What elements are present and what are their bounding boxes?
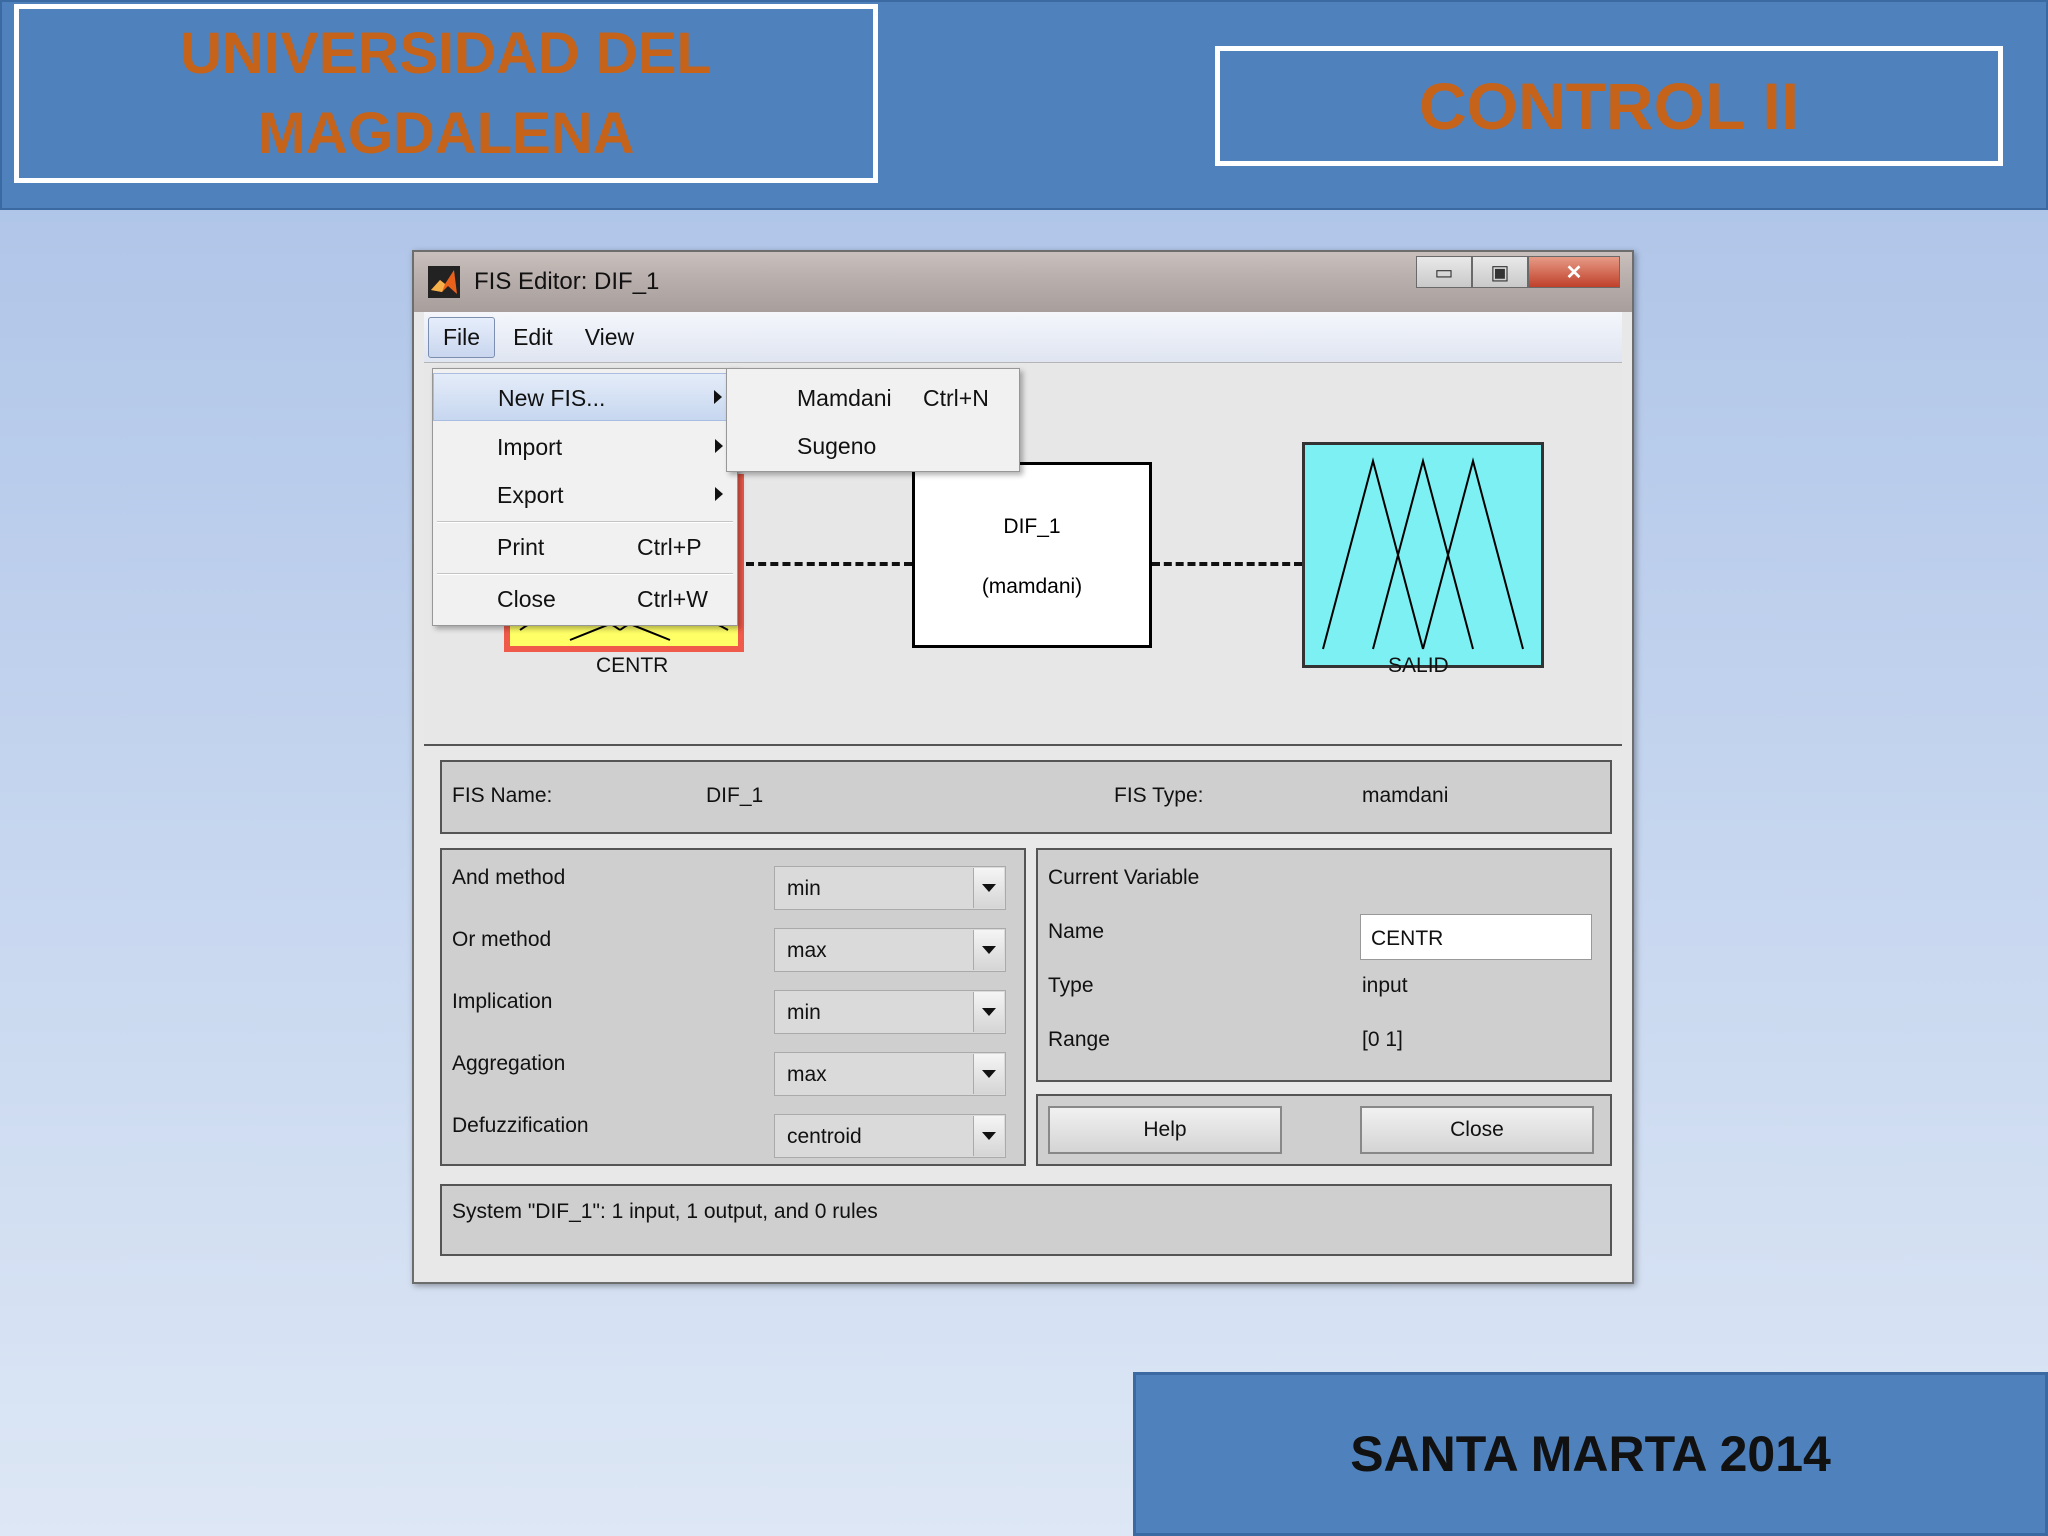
menu-view[interactable]: View	[571, 318, 648, 357]
fis-name-label: FIS Name:	[452, 784, 553, 807]
aggregation-value: max	[787, 1063, 827, 1086]
implication-select[interactable]: min	[774, 990, 1006, 1034]
and-method-value: min	[787, 877, 821, 900]
menubar: File Edit View	[424, 312, 1622, 363]
chevron-down-icon[interactable]	[973, 992, 1004, 1032]
menu-item-export[interactable]: Export	[433, 471, 737, 519]
chevron-down-icon[interactable]	[973, 1054, 1004, 1094]
input-connector	[746, 562, 912, 566]
fis-info-panel: FIS Name: DIF_1 FIS Type: mamdani	[440, 760, 1612, 834]
output-connector	[1152, 562, 1302, 566]
menu-item-sugeno[interactable]: Sugeno	[727, 423, 1019, 469]
footer-text: SANTA MARTA 2014	[1350, 1426, 1831, 1482]
input-variable-label: CENTR	[596, 654, 669, 677]
variable-type-label: Type	[1048, 974, 1094, 997]
menu-item-shortcut: Ctrl+N	[923, 385, 989, 411]
variable-type-value: input	[1362, 974, 1408, 997]
menu-item-shortcut: Ctrl+P	[637, 534, 702, 560]
system-type: (mamdani)	[981, 575, 1083, 598]
current-variable-heading: Current Variable	[1048, 866, 1200, 889]
menu-item-label: Export	[497, 482, 564, 508]
defuzzification-select[interactable]: centroid	[774, 1114, 1006, 1158]
implication-label: Implication	[452, 990, 553, 1013]
maximize-icon: ▣	[1490, 261, 1510, 284]
university-line-2: MAGDALENA	[257, 100, 635, 166]
defuzzification-value: centroid	[787, 1125, 862, 1148]
maximize-button[interactable]: ▣	[1472, 256, 1528, 288]
variable-range-label: Range	[1048, 1028, 1110, 1051]
footer-box: SANTA MARTA 2014	[1133, 1372, 2048, 1536]
status-bar: System "DIF_1": 1 input, 1 output, and 0…	[440, 1184, 1612, 1256]
variable-name-label: Name	[1048, 920, 1105, 943]
file-menu: New FIS... Import Export Print Ctrl+P Cl…	[432, 368, 738, 626]
variable-name-input[interactable]: CENTR	[1360, 914, 1592, 960]
fis-type-value: mamdani	[1362, 784, 1449, 807]
aggregation-select[interactable]: max	[774, 1052, 1006, 1096]
fis-type-label: FIS Type:	[1114, 784, 1204, 807]
menu-item-mamdani[interactable]: Mamdani Ctrl+N	[727, 375, 1019, 421]
chevron-down-icon[interactable]	[973, 930, 1004, 970]
menu-item-label: New FIS...	[498, 385, 606, 411]
status-text: System "DIF_1": 1 input, 1 output, and 0…	[452, 1200, 878, 1223]
output-variable-label: SALID	[1388, 654, 1449, 677]
close-button[interactable]: Close	[1360, 1106, 1594, 1154]
chevron-down-icon[interactable]	[973, 1116, 1004, 1156]
variable-name-value: CENTR	[1371, 927, 1444, 950]
or-method-value: max	[787, 939, 827, 962]
menu-item-new-fis[interactable]: New FIS...	[433, 373, 737, 421]
close-icon: ✕	[1565, 261, 1583, 284]
menu-item-import[interactable]: Import	[433, 423, 737, 471]
methods-panel: And method min Or method max Implication…	[440, 848, 1026, 1166]
and-method-label: And method	[452, 866, 566, 889]
university-title: UNIVERSIDAD DEL MAGDALENA	[14, 4, 878, 183]
implication-value: min	[787, 1001, 821, 1024]
buttons-panel: Help Close	[1036, 1094, 1612, 1166]
window-controls: ▭ ▣ ✕	[1416, 256, 1620, 288]
output-membership-triangles	[1322, 457, 1524, 650]
defuzzification-label: Defuzzification	[452, 1114, 589, 1137]
menu-item-label: Sugeno	[797, 433, 877, 459]
or-method-label: Or method	[452, 928, 552, 951]
system-name: DIF_1	[1003, 515, 1061, 538]
minimize-button[interactable]: ▭	[1416, 256, 1472, 288]
output-variable-block[interactable]	[1302, 442, 1544, 668]
university-line-1: UNIVERSIDAD DEL	[180, 20, 712, 86]
window-title: FIS Editor: DIF_1	[474, 268, 660, 295]
menu-item-label: Print	[497, 534, 545, 560]
menu-item-shortcut: Ctrl+W	[637, 586, 708, 612]
new-fis-submenu: Mamdani Ctrl+N Sugeno	[726, 368, 1020, 472]
chevron-down-icon[interactable]	[973, 868, 1004, 908]
minimize-icon: ▭	[1434, 261, 1454, 284]
menu-item-label: Close	[497, 586, 556, 612]
current-variable-panel: Current Variable Name CENTR Type input R…	[1036, 848, 1612, 1082]
fis-name-value: DIF_1	[706, 784, 764, 807]
close-window-button[interactable]: ✕	[1528, 256, 1620, 288]
menu-edit[interactable]: Edit	[499, 318, 567, 357]
course-title: CONTROL II	[1215, 46, 2003, 166]
matlab-icon	[428, 266, 460, 298]
or-method-select[interactable]: max	[774, 928, 1006, 972]
aggregation-label: Aggregation	[452, 1052, 566, 1075]
menu-item-close[interactable]: Close Ctrl+W	[433, 575, 737, 623]
menu-file[interactable]: File	[428, 316, 496, 358]
submenu-arrow-icon	[715, 487, 723, 501]
help-button[interactable]: Help	[1048, 1106, 1282, 1154]
menu-item-label: Import	[497, 434, 563, 460]
menu-item-label: Mamdani	[797, 385, 892, 411]
system-block[interactable]: DIF_1 (mamdani)	[912, 462, 1152, 648]
course-title-text: CONTROL II	[1418, 69, 1800, 143]
window-titlebar[interactable]: FIS Editor: DIF_1 ▭ ▣ ✕	[414, 252, 1632, 312]
variable-range-value: [0 1]	[1362, 1028, 1403, 1051]
menu-item-print[interactable]: Print Ctrl+P	[433, 523, 737, 571]
and-method-select[interactable]: min	[774, 866, 1006, 910]
submenu-arrow-icon	[715, 439, 723, 453]
submenu-arrow-icon	[714, 390, 722, 404]
